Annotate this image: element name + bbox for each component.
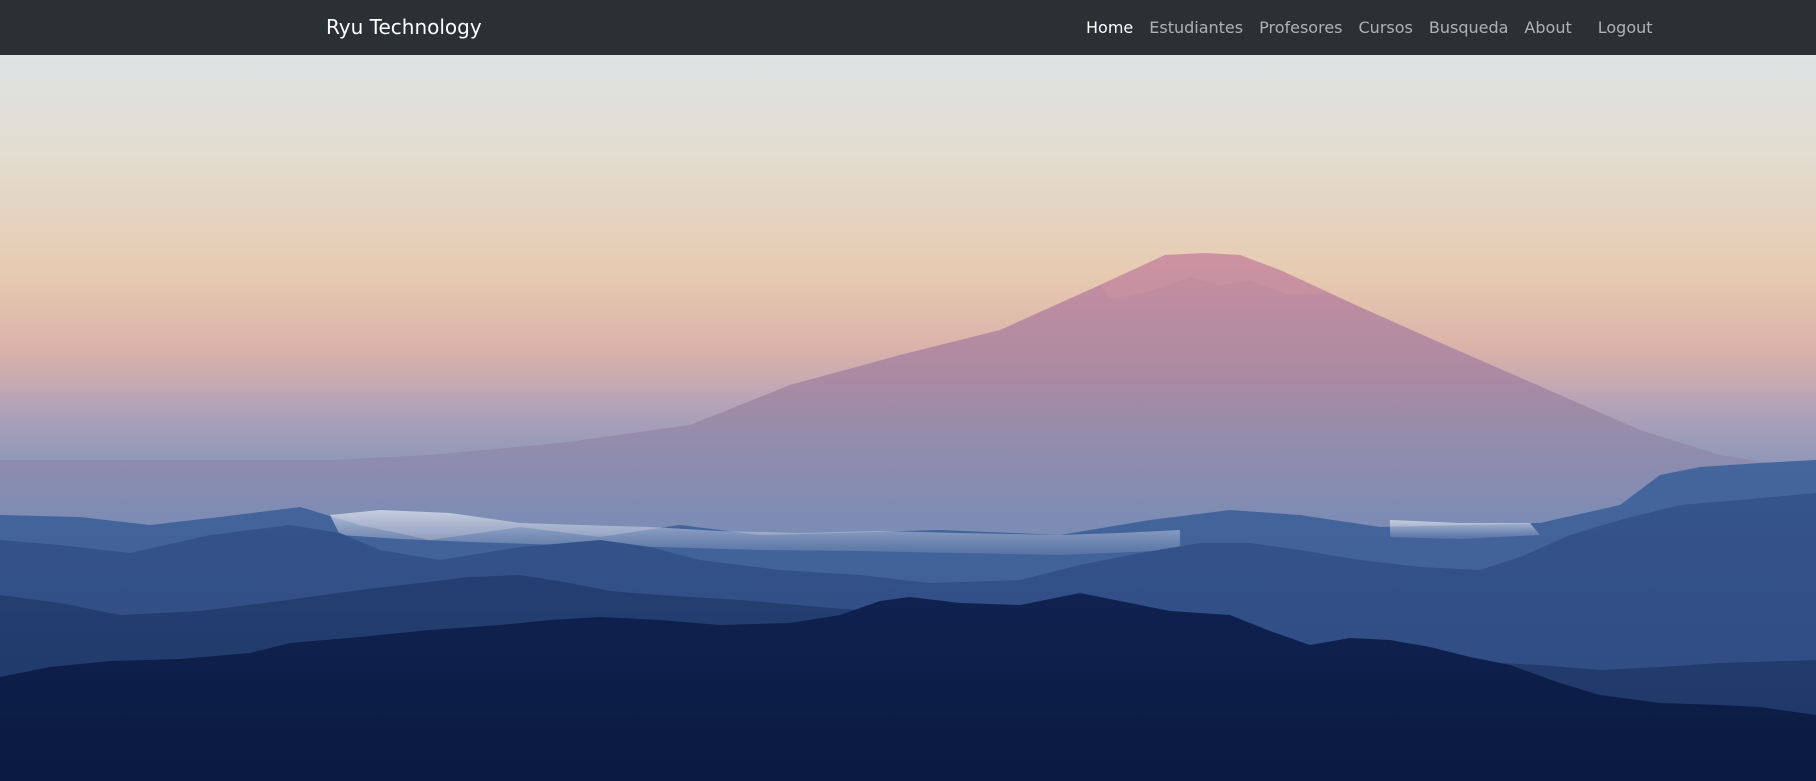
brand-link[interactable]: Ryu Technology xyxy=(326,13,482,41)
nav-link-cursos[interactable]: Cursos xyxy=(1351,15,1421,41)
top-navbar: Ryu Technology Home Estudiantes Profesor… xyxy=(0,0,1816,55)
nav-item-profesores: Profesores xyxy=(1251,15,1350,41)
nav-menu: Home Estudiantes Profesores Cursos Busqu… xyxy=(1078,15,1661,41)
nav-link-estudiantes[interactable]: Estudiantes xyxy=(1141,15,1251,41)
nav-link-busqueda[interactable]: Busqueda xyxy=(1421,15,1517,41)
nav-item-busqueda: Busqueda xyxy=(1421,15,1517,41)
nav-item-about: About xyxy=(1516,15,1579,41)
nav-item-estudiantes: Estudiantes xyxy=(1141,15,1251,41)
logout-link[interactable]: Logout xyxy=(1590,15,1661,41)
nav-item-home: Home xyxy=(1078,15,1141,41)
nav-item-cursos: Cursos xyxy=(1351,15,1421,41)
nav-link-profesores[interactable]: Profesores xyxy=(1251,15,1350,41)
nav-item-logout: Logout xyxy=(1580,15,1661,41)
nav-link-about[interactable]: About xyxy=(1516,15,1579,41)
hero-image xyxy=(0,55,1816,781)
nav-link-home[interactable]: Home xyxy=(1078,15,1141,41)
